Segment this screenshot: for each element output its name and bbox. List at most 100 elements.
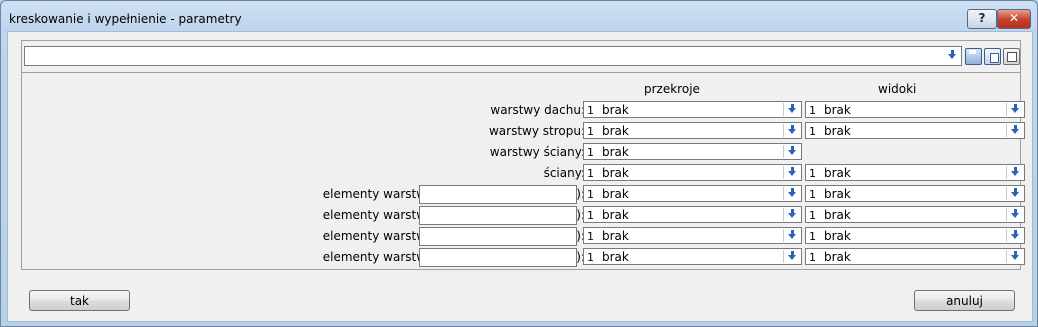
combo-separator	[1006, 166, 1007, 179]
title-bar: kreskowanie i wypełnienie - parametry ? …	[1, 1, 1037, 31]
combo-value: brak	[602, 250, 629, 264]
save-icon[interactable]	[965, 48, 982, 65]
export-icon[interactable]	[1003, 48, 1020, 65]
layer-elements-input[interactable]	[419, 248, 577, 267]
row-label: warstwy stropu:	[488, 124, 585, 138]
combo-separator	[1006, 187, 1007, 200]
combo-value: brak	[824, 229, 851, 243]
chevron-down-icon[interactable]	[786, 165, 799, 180]
layer-elements-input[interactable]	[419, 227, 577, 246]
combo-separator	[1006, 208, 1007, 221]
combo-value: brak	[824, 103, 851, 117]
combo-value: brak	[602, 187, 629, 201]
view-hatch-combo[interactable]: 1 brak	[805, 248, 1025, 265]
chevron-down-icon[interactable]	[1009, 165, 1022, 180]
view-hatch-combo[interactable]: 1 brak	[805, 101, 1025, 118]
combo-index: 1	[809, 188, 816, 201]
chevron-down-icon[interactable]	[1009, 249, 1022, 264]
combo-value: brak	[824, 124, 851, 138]
column-header-views: widoki	[878, 82, 917, 96]
combo-separator	[783, 187, 784, 200]
chevron-down-icon[interactable]	[1009, 228, 1022, 243]
chevron-down-icon[interactable]	[786, 123, 799, 138]
combo-value: brak	[602, 166, 629, 180]
chevron-down-icon[interactable]	[1009, 123, 1022, 138]
combo-index: 1	[809, 251, 816, 264]
combo-value: brak	[602, 103, 629, 117]
chevron-down-icon[interactable]	[786, 228, 799, 243]
combo-index: 1	[587, 125, 594, 138]
combo-separator	[1006, 250, 1007, 263]
combo-separator	[783, 103, 784, 116]
chevron-down-icon[interactable]	[786, 144, 799, 159]
combo-separator	[783, 229, 784, 242]
layer-elements-input[interactable]	[419, 185, 577, 204]
dialog-client: przekroje widoki warstwy dachu: 1 brak 1 bra…	[7, 31, 1033, 322]
section-hatch-combo[interactable]: 1 brak	[583, 206, 802, 223]
close-button[interactable]: ✕	[997, 9, 1031, 29]
view-hatch-combo[interactable]: 1 brak	[805, 185, 1025, 202]
combo-separator	[783, 145, 784, 158]
chevron-down-icon[interactable]	[1009, 102, 1022, 117]
chevron-down-icon[interactable]	[786, 186, 799, 201]
chevron-down-icon[interactable]	[946, 48, 959, 63]
cancel-button[interactable]: anuluj	[914, 290, 1015, 311]
combo-value: brak	[824, 187, 851, 201]
combo-separator	[783, 250, 784, 263]
view-hatch-combo[interactable]: 1 brak	[805, 227, 1025, 244]
combo-value: brak	[602, 124, 629, 138]
combo-index: 1	[587, 188, 594, 201]
section-hatch-combo[interactable]: 1 brak	[583, 227, 802, 244]
combo-index: 1	[809, 209, 816, 222]
section-hatch-combo[interactable]: 1 brak	[583, 143, 802, 160]
combo-separator	[1006, 124, 1007, 137]
combo-index: 1	[587, 230, 594, 243]
section-hatch-combo[interactable]: 1 brak	[583, 248, 802, 265]
help-button[interactable]: ?	[967, 9, 997, 29]
section-hatch-combo[interactable]: 1 brak	[583, 185, 802, 202]
chevron-down-icon[interactable]	[786, 249, 799, 264]
combo-value: brak	[824, 208, 851, 222]
window-title: kreskowanie i wypełnienie - parametry	[9, 12, 242, 26]
view-hatch-combo[interactable]: 1 brak	[805, 164, 1025, 181]
combo-separator	[783, 124, 784, 137]
combo-value: brak	[602, 145, 629, 159]
row-label: warstwy dachu:	[490, 103, 585, 117]
ok-button[interactable]: tak	[29, 290, 130, 311]
combo-value: brak	[602, 229, 629, 243]
column-header-sections: przekroje	[644, 82, 700, 96]
combo-index: 1	[587, 209, 594, 222]
section-hatch-combo[interactable]: 1 brak	[583, 164, 802, 181]
combo-index: 1	[587, 146, 594, 159]
divider	[22, 72, 1020, 73]
combo-value: brak	[602, 208, 629, 222]
layer-elements-input[interactable]	[419, 206, 577, 225]
combo-separator	[1006, 229, 1007, 242]
combo-separator	[783, 166, 784, 179]
row-label: ściany:	[543, 166, 585, 180]
combo-index: 1	[587, 167, 594, 180]
combo-index: 1	[587, 251, 594, 264]
combo-value: brak	[824, 250, 851, 264]
section-hatch-combo[interactable]: 1 brak	[583, 101, 802, 118]
parameters-panel: przekroje widoki warstwy dachu: 1 brak 1 bra…	[21, 40, 1025, 270]
combo-value: brak	[824, 166, 851, 180]
row-label: warstwy ściany:	[489, 145, 585, 159]
combo-separator	[783, 208, 784, 221]
combo-index: 1	[809, 104, 816, 117]
dialog-window: kreskowanie i wypełnienie - parametry ? …	[0, 0, 1038, 327]
combo-index: 1	[809, 230, 816, 243]
chevron-down-icon[interactable]	[1009, 186, 1022, 201]
combo-index: 1	[587, 104, 594, 117]
chevron-down-icon[interactable]	[786, 207, 799, 222]
view-hatch-combo[interactable]: 1 brak	[805, 206, 1025, 223]
combo-separator	[1006, 103, 1007, 116]
chevron-down-icon[interactable]	[1009, 207, 1022, 222]
chevron-down-icon[interactable]	[786, 102, 799, 117]
section-hatch-combo[interactable]: 1 brak	[583, 122, 802, 139]
copy-icon[interactable]	[984, 48, 1001, 65]
combo-index: 1	[809, 167, 816, 180]
preset-combo[interactable]	[24, 46, 962, 66]
view-hatch-combo[interactable]: 1 brak	[805, 122, 1025, 139]
combo-index: 1	[809, 125, 816, 138]
